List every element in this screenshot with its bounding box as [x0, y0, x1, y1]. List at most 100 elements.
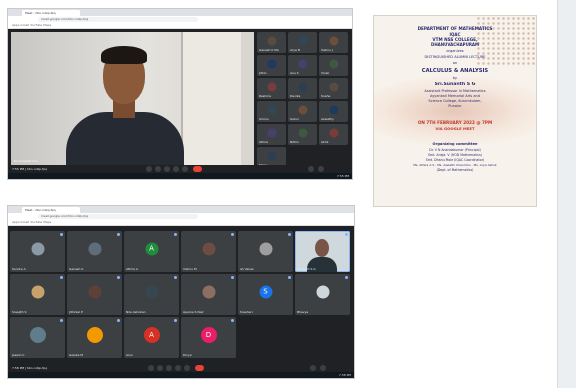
meeting-info: 7:55 PM | hbn-ndzp-fpq	[12, 167, 48, 171]
participant-tile[interactable]: Anu S	[288, 55, 317, 76]
poster-line: Smt. Aneja. V (HOD Mathematics)	[427, 153, 483, 157]
browser-tab-strip: Meet - hbn-ndzp-fpq	[8, 206, 354, 213]
mic-button[interactable]	[146, 166, 152, 172]
participant-name: Gokul	[290, 117, 299, 121]
more-options-button[interactable]	[184, 365, 190, 371]
end-call-button[interactable]	[193, 166, 202, 172]
more-options-button[interactable]	[182, 166, 188, 172]
participant-name: Nila Ashokan	[126, 310, 146, 314]
participant-name: Sreejith S	[12, 310, 27, 314]
people-button[interactable]	[310, 365, 316, 371]
captions-button[interactable]	[164, 166, 170, 172]
participant-avatar	[267, 128, 276, 138]
participant-name: Jithinlal P	[69, 310, 83, 314]
participant-tile[interactable]: Vivek	[319, 55, 348, 76]
participant-avatar	[259, 242, 272, 256]
participant-avatar	[31, 285, 44, 299]
muted-mic-icon	[60, 276, 63, 279]
participant-tile[interactable]: Devika	[288, 78, 317, 99]
participant-avatar	[316, 285, 329, 299]
participant-name: Anu S	[290, 71, 299, 75]
participant-avatar	[267, 105, 276, 115]
participant-tile[interactable]: Gokul	[288, 101, 317, 122]
participant-name: Reshma	[259, 94, 272, 98]
participant-tile[interactable]: Nila Ashokan	[124, 274, 179, 315]
participant-avatar	[329, 59, 338, 69]
bookmarks-bar[interactable]: Apps Gmail YouTube Maps	[8, 23, 352, 29]
participant-avatar	[298, 59, 307, 69]
camera-button[interactable]	[155, 166, 161, 172]
chat-button[interactable]	[318, 166, 324, 172]
poster-line: (Dept. of Mathematics)	[436, 168, 474, 172]
muted-mic-icon	[174, 276, 177, 279]
meeting-info: 7:58 PM | hbn-ndzp-fpq	[12, 366, 48, 370]
url-input[interactable]: meet.google.com/hbn-ndzp-fpq	[38, 214, 198, 219]
participant-name: Divya	[183, 353, 192, 357]
participant-avatar	[267, 36, 276, 46]
participant-avatar	[86, 327, 103, 344]
participant-tile[interactable]: Reshma	[257, 78, 286, 99]
url-input[interactable]: meet.google.com/hbn-ndzp-fpq	[38, 17, 198, 22]
participant-name: Arun	[126, 353, 134, 357]
muted-mic-icon	[117, 319, 120, 322]
participant-tile[interactable]: Arya B	[288, 32, 317, 53]
poster-line: Ayyankali Memorial Arts and	[430, 94, 480, 98]
participant-tile[interactable]: Ganesh K	[67, 231, 122, 272]
participant-tile[interactable]: Gopika M	[67, 317, 122, 358]
participant-tile[interactable]: Jithinlal P	[67, 274, 122, 315]
poster-line: DEPARTMENT OF MATHEMATICS	[417, 26, 493, 31]
participant-tile[interactable]: Sreejith S	[10, 274, 65, 315]
participant-tile[interactable]: Sandra A	[10, 231, 65, 272]
participant-tile-video[interactable]: Sunanth S G	[295, 231, 350, 272]
captions-button[interactable]	[166, 365, 172, 371]
participant-name: Sunanth S G	[297, 267, 316, 271]
participant-tile[interactable]: D Divya	[181, 317, 236, 358]
participant-tile[interactable]: A Arun	[124, 317, 179, 358]
participant-tile[interactable]: Athira	[257, 124, 286, 145]
browser-address-bar: meet.google.com/hbn-ndzp-fpq	[8, 16, 352, 23]
participant-name: Aswathy	[321, 117, 334, 121]
participant-name: Ganesh K Ma	[259, 48, 279, 52]
chat-button[interactable]	[320, 365, 326, 371]
participant-tile[interactable]: Vishnu M	[181, 231, 236, 272]
poster-line: VIA GOOGLE MEET	[435, 126, 475, 131]
muted-mic-icon	[174, 233, 177, 236]
main-speaker-video[interactable]: Sri.Sunanth S.G	[11, 32, 254, 165]
present-button[interactable]	[173, 166, 179, 172]
participant-tile[interactable]: Aswathy	[319, 101, 348, 122]
people-button[interactable]	[308, 166, 314, 172]
participant-avatar	[31, 242, 44, 256]
participant-tile[interactable]: S Sreehari	[238, 274, 293, 315]
participant-tile[interactable]: Aparna S Nair	[181, 274, 236, 315]
poster-line: Organizing committee	[432, 142, 478, 146]
end-call-button[interactable]	[195, 365, 204, 371]
windows-taskbar: 7:55 PM	[8, 173, 352, 179]
participant-avatar	[202, 285, 215, 299]
camera-button[interactable]	[157, 365, 163, 371]
participant-tile[interactable]: Jeswin C	[10, 317, 65, 358]
muted-mic-icon	[117, 233, 120, 236]
mic-button[interactable]	[148, 365, 154, 371]
participant-grid: Sandra A Ganesh K A Athira A Vishnu M Ali Vai…	[10, 231, 352, 363]
participant-tile[interactable]: A Athira A	[124, 231, 179, 272]
participant-name: Vivek	[321, 71, 330, 75]
participant-tile[interactable]: Vishnu J	[319, 32, 348, 53]
participant-tile[interactable]: Nithin	[288, 124, 317, 145]
participant-grid: Ganesh K Ma Arya B Vishnu J Jithin Anu S Vive…	[257, 32, 350, 168]
participant-tile[interactable]: Bhavya	[295, 274, 350, 315]
participant-avatar	[298, 82, 307, 92]
participant-tile[interactable]: Ammu	[257, 101, 286, 122]
participant-tile[interactable]: Sneha	[319, 78, 348, 99]
present-button[interactable]	[175, 365, 181, 371]
bookmarks-bar[interactable]: Apps Gmail YouTube Maps	[8, 220, 354, 226]
poster-line: DISTINGUISHED ALUMNI LECTURE	[424, 55, 486, 59]
participant-tile[interactable]: Ganesh K Ma	[257, 32, 286, 53]
poster-line: on	[452, 61, 458, 65]
participant-tile[interactable]: Ali Vaisal	[238, 231, 293, 272]
participant-tile[interactable]: Jithin	[257, 55, 286, 76]
muted-mic-icon	[60, 233, 63, 236]
participant-tile[interactable]: Akhil	[319, 124, 348, 145]
participant-avatar	[298, 105, 307, 115]
muted-mic-icon	[231, 319, 234, 322]
participant-name: Vishnu M	[183, 267, 197, 271]
